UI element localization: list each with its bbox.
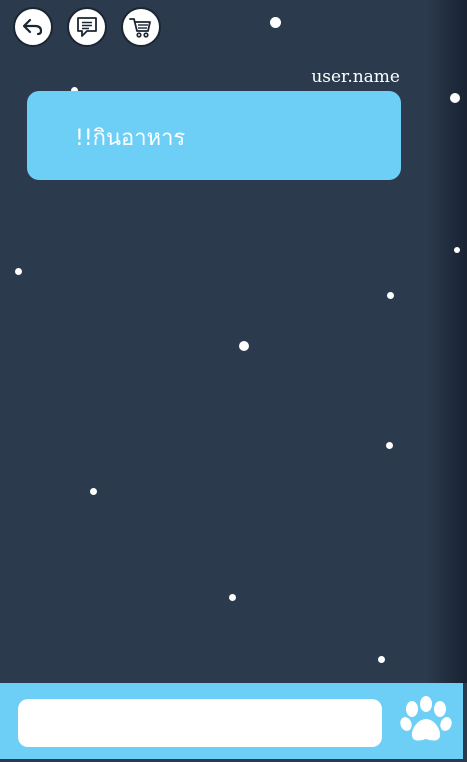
chat-message-bubble: !!กินอาหาร bbox=[27, 91, 401, 180]
snow-dot bbox=[386, 442, 393, 449]
message-input[interactable] bbox=[18, 699, 382, 747]
shopping-cart-icon bbox=[129, 18, 151, 38]
chat-bubble-icon bbox=[77, 17, 97, 37]
cart-button[interactable] bbox=[121, 7, 161, 47]
snow-dot bbox=[378, 656, 385, 663]
back-button[interactable] bbox=[13, 7, 53, 47]
snow-dot bbox=[229, 594, 236, 601]
snow-dot bbox=[270, 17, 281, 28]
snow-dot bbox=[15, 268, 22, 275]
sender-username: user.name bbox=[311, 67, 400, 87]
snow-dot bbox=[90, 488, 97, 495]
snow-dot bbox=[450, 93, 460, 103]
chat-button[interactable] bbox=[67, 7, 107, 47]
snow-dot bbox=[387, 292, 394, 299]
message-composer bbox=[0, 683, 463, 759]
chat-message-text: !!กินอาหาร bbox=[75, 126, 186, 151]
back-arrow-icon bbox=[22, 18, 43, 36]
snow-dot bbox=[454, 247, 460, 253]
snow-dot bbox=[239, 341, 249, 351]
send-button[interactable] bbox=[398, 695, 454, 747]
paw-icon bbox=[400, 696, 452, 741]
right-edge-shadow bbox=[427, 0, 467, 683]
